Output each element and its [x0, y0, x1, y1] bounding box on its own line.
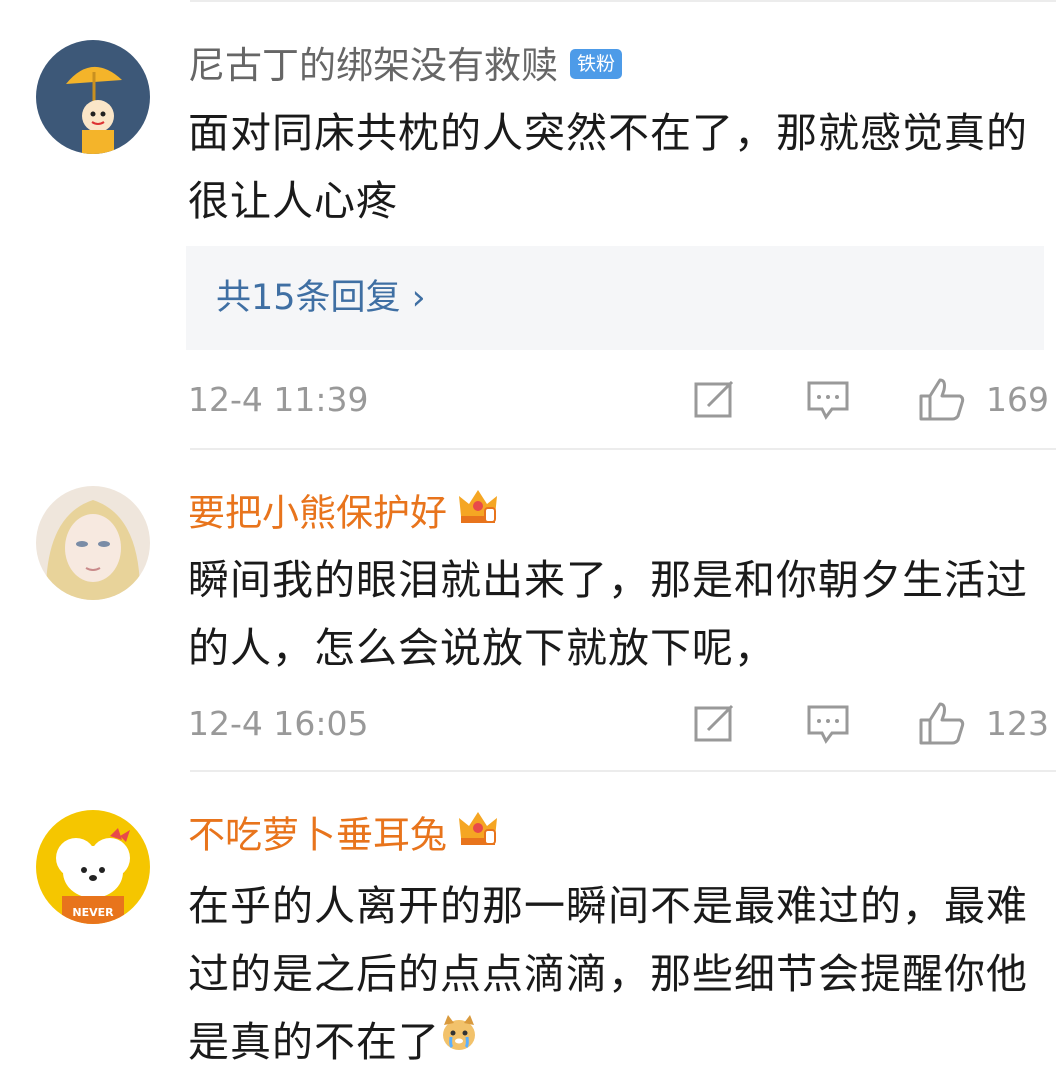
comment-divider	[190, 448, 1056, 450]
comment-text-content: 在乎的人离开的那一瞬间不是最难过的，最难过的是之后的点点滴滴，那些细节会提醒你他…	[188, 882, 1028, 1066]
comment-text: 在乎的人离开的那一瞬间不是最难过的，最难过的是之后的点点滴滴，那些细节会提醒你他…	[188, 872, 1048, 1079]
svg-text:NEVER: NEVER	[72, 906, 114, 919]
timestamp: 12-4 11:39	[188, 380, 369, 419]
crying-dog-emoji-icon	[440, 1005, 478, 1073]
like-count: 169	[986, 380, 1049, 419]
username-text[interactable]: 要把小熊保护好	[188, 492, 447, 535]
avatar[interactable]: NEVER	[36, 810, 150, 924]
comment-icon[interactable]	[806, 704, 850, 748]
comment-divider	[190, 770, 1056, 772]
view-replies-button[interactable]: 共15条回复 ›	[186, 246, 1044, 350]
repost-icon[interactable]	[694, 704, 736, 748]
like-icon[interactable]	[918, 376, 966, 426]
like-count: 123	[986, 704, 1049, 743]
username[interactable]: 不吃萝卜垂耳兔	[188, 812, 499, 862]
comment-text: 瞬间我的眼泪就出来了，那是和你朝夕生活过的人，怎么会说放下就放下呢，	[188, 556, 1028, 672]
username-text[interactable]: 不吃萝卜垂耳兔	[188, 814, 447, 857]
username[interactable]: 尼古丁的绑架没有救赎 铁粉	[188, 44, 623, 88]
comment-icon[interactable]	[806, 380, 850, 424]
avatar[interactable]	[36, 40, 150, 154]
username-text[interactable]: 尼古丁的绑架没有救赎	[188, 44, 558, 87]
like-icon[interactable]	[918, 700, 966, 750]
repost-icon[interactable]	[694, 380, 736, 424]
fan-badge: 铁粉	[570, 48, 623, 79]
comment-text: 面对同床共枕的人突然不在了，那就感觉真的很让人心疼	[188, 109, 1028, 225]
timestamp: 12-4 16:05	[188, 704, 369, 743]
crown-icon	[457, 486, 499, 536]
crown-icon	[457, 808, 499, 858]
avatar[interactable]	[36, 486, 150, 600]
username[interactable]: 要把小熊保护好	[188, 490, 499, 540]
replies-label[interactable]: 共15条回复 ›	[216, 276, 426, 320]
top-divider	[190, 0, 1056, 2]
